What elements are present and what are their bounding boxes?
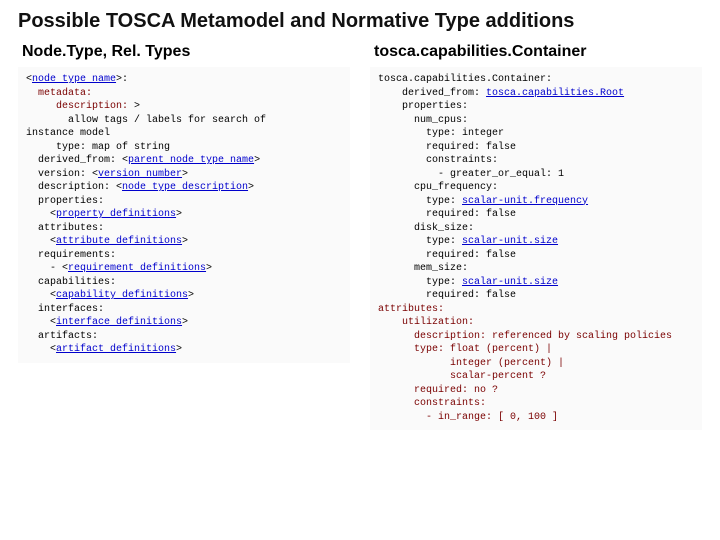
columns: Node.Type, Rel. Types <node type name>: … [18, 43, 702, 430]
left-codebox: <node type name>: metadata: description:… [18, 67, 350, 363]
right-codebox: tosca.capabilities.Container: derived_fr… [370, 67, 702, 430]
right-column: tosca.capabilities.Container tosca.capab… [370, 43, 702, 430]
left-column: Node.Type, Rel. Types <node type name>: … [18, 43, 350, 430]
page-title: Possible TOSCA Metamodel and Normative T… [18, 10, 702, 33]
left-heading: Node.Type, Rel. Types [22, 43, 350, 61]
right-heading: tosca.capabilities.Container [374, 43, 702, 61]
slide: Possible TOSCA Metamodel and Normative T… [0, 0, 720, 440]
